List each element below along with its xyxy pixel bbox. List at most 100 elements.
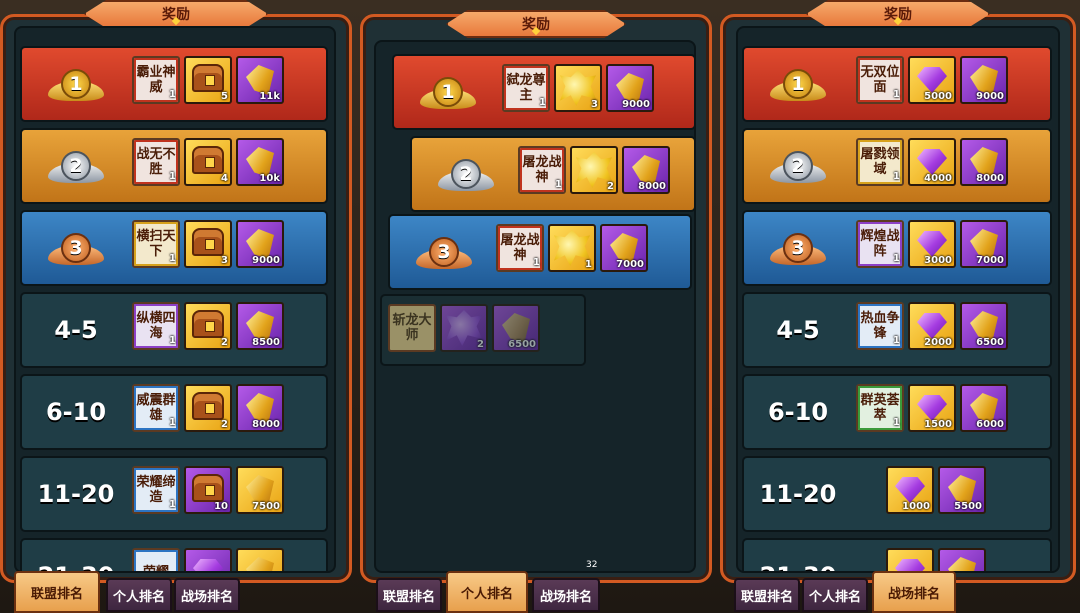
gold-medal-icon: 1: [420, 73, 476, 111]
wing-fragment-item[interactable]: 11k: [236, 56, 284, 104]
rank-label: 4-5: [54, 316, 98, 344]
wing-fragment-item[interactable]: 10k: [236, 138, 284, 186]
treasure-chest-item[interactable]: 3: [184, 220, 232, 268]
title-reward[interactable]: 荣耀: [132, 548, 180, 571]
reward-screens: 奖励 1 霸业神威 1 5 11k 2 战无不胜 1 4 10k 3 横扫天下 …: [0, 0, 1080, 613]
title-reward[interactable]: 弑龙尊主 1: [502, 64, 550, 112]
tab-personal-rank[interactable]: 个人排名: [446, 571, 528, 613]
title-reward[interactable]: 热血争锋 1: [856, 302, 904, 350]
rank-label: 21-30: [744, 540, 852, 571]
battlefield-rank-panel: 奖励 1 无双位面 1 5000 9000 2 屠戮领域 1 4000 8000 3: [720, 0, 1076, 613]
bronze-medal-icon: 3: [48, 229, 104, 267]
treasure-chest-icon: [192, 310, 224, 338]
title-reward[interactable]: 群英荟萃 1: [856, 384, 904, 432]
treasure-chest-icon: [192, 474, 224, 502]
wing-fragment-item[interactable]: 8000: [960, 138, 1008, 186]
purple-gem-icon: [193, 559, 223, 571]
reward-list[interactable]: 1 无双位面 1 5000 9000 2 屠戮领域 1 4000 8000 3 辉煌…: [736, 26, 1060, 573]
title-reward[interactable]: 斩龙大师: [388, 304, 436, 352]
alliance-rank-panel: 奖励 1 霸业神威 1 5 11k 2 战无不胜 1 4 10k 3 横扫天下 …: [0, 0, 352, 613]
silver-medal-icon: 2: [48, 147, 104, 185]
dragon-mount-item[interactable]: 2: [440, 304, 488, 352]
gem-item[interactable]: 32: [184, 548, 232, 571]
rank-label: 21-30: [22, 540, 130, 571]
reward-row: 3 屠龙战神 1 1 7000: [388, 214, 692, 290]
wing-fragment-item[interactable]: 7500: [236, 466, 284, 514]
title-reward[interactable]: 屠龙战神 1: [496, 224, 544, 272]
reward-row: 1 霸业神威 1 5 11k: [20, 46, 328, 122]
title-reward[interactable]: 无双位面 1: [856, 56, 904, 104]
treasure-chest-icon: [192, 64, 224, 92]
gem-item[interactable]: 4000: [908, 138, 956, 186]
treasure-chest-item[interactable]: 4: [184, 138, 232, 186]
gem-item[interactable]: 2000: [908, 302, 956, 350]
wing-fragment-item[interactable]: 8000: [236, 384, 284, 432]
tab-personal-rank[interactable]: 个人排名: [106, 578, 172, 612]
wing-fragment-item[interactable]: 32: [938, 548, 986, 571]
wing-fragment-item[interactable]: 8000: [622, 146, 670, 194]
title-reward[interactable]: 辉煌战阵 1: [856, 220, 904, 268]
tab-alliance-rank[interactable]: 联盟排名: [14, 571, 100, 613]
treasure-chest-item[interactable]: 5: [184, 56, 232, 104]
treasure-chest-item[interactable]: 10: [184, 466, 232, 514]
purple-gem-icon: [917, 67, 947, 93]
title-reward[interactable]: 威震群雄 1: [132, 384, 180, 432]
panel-title: 奖励: [806, 0, 990, 28]
title-reward[interactable]: 荣耀缔造 1: [132, 466, 180, 514]
page-marker: 32: [586, 560, 598, 570]
purple-gem-icon: [917, 231, 947, 257]
title-reward[interactable]: 屠龙战神 1: [518, 146, 566, 194]
title-reward[interactable]: 霸业神威 1: [132, 56, 180, 104]
tab-alliance-rank[interactable]: 联盟排名: [376, 578, 442, 612]
dragon-mount-item[interactable]: 2: [570, 146, 618, 194]
rank-label: 6-10: [45, 398, 107, 426]
wing-fragment-icon: [246, 557, 274, 571]
wing-fragment-item[interactable]: 9000: [606, 64, 654, 112]
title-reward[interactable]: 纵横四海 1: [132, 302, 180, 350]
tab-alliance-rank[interactable]: 联盟排名: [734, 578, 800, 612]
wing-fragment-item[interactable]: 7000: [960, 220, 1008, 268]
gem-item[interactable]: 5000: [908, 56, 956, 104]
treasure-chest-icon: [192, 146, 224, 174]
reward-row-dimmed: 斩龙大师 2 6500: [380, 294, 586, 366]
gem-item[interactable]: 1000: [886, 466, 934, 514]
dragon-mount-item[interactable]: 3: [554, 64, 602, 112]
wing-fragment-item[interactable]: [236, 548, 284, 571]
treasure-chest-icon: [192, 392, 224, 420]
dragon-mount-item[interactable]: 1: [548, 224, 596, 272]
wing-fragment-item[interactable]: 9000: [960, 56, 1008, 104]
treasure-chest-item[interactable]: 2: [184, 302, 232, 350]
purple-gem-icon: [917, 395, 947, 421]
reward-row: 21-30 荣耀 32: [20, 538, 328, 571]
tab-personal-rank[interactable]: 个人排名: [802, 578, 868, 612]
gem-item[interactable]: 3000: [908, 220, 956, 268]
wing-fragment-item[interactable]: 6500: [492, 304, 540, 352]
reward-list[interactable]: 1 弑龙尊主1 3 9000 2 屠龙战神1 2 8000 3 屠龙战神1: [374, 40, 696, 573]
tab-battlefield-rank[interactable]: 战场排名: [532, 578, 600, 612]
silver-medal-icon: 2: [438, 155, 494, 193]
gold-medal-icon: 1: [770, 65, 826, 103]
tab-battlefield-rank[interactable]: 战场排名: [174, 578, 240, 612]
treasure-chest-item[interactable]: 2: [184, 384, 232, 432]
wing-fragment-item[interactable]: 8500: [236, 302, 284, 350]
wing-fragment-item[interactable]: 6500: [960, 302, 1008, 350]
purple-gem-icon: [895, 477, 925, 503]
reward-list[interactable]: 1 霸业神威 1 5 11k 2 战无不胜 1 4 10k 3 横扫天下 1 3…: [14, 26, 336, 573]
reward-row: 2 屠龙战神 1 2 8000: [410, 136, 694, 212]
title-reward[interactable]: 屠戮领域 1: [856, 138, 904, 186]
reward-row: 1 弑龙尊主 1 3 9000: [392, 54, 694, 130]
rank-label: 4-5: [776, 316, 820, 344]
tab-battlefield-rank[interactable]: 战场排名: [872, 571, 956, 613]
wing-fragment-item[interactable]: 5500: [938, 466, 986, 514]
gem-item[interactable]: 1500: [908, 384, 956, 432]
wing-fragment-item[interactable]: 9000: [236, 220, 284, 268]
wing-fragment-item[interactable]: 7000: [600, 224, 648, 272]
reward-row: 2 屠戮领域 1 4000 8000: [742, 128, 1052, 204]
gold-medal-icon: 1: [48, 65, 104, 103]
gem-item[interactable]: [886, 548, 934, 571]
wing-fragment-item[interactable]: 6000: [960, 384, 1008, 432]
title-reward[interactable]: 横扫天下 1: [132, 220, 180, 268]
title-reward[interactable]: 战无不胜 1: [132, 138, 180, 186]
rank-label: 6-10: [767, 398, 829, 426]
reward-row: 2 战无不胜 1 4 10k: [20, 128, 328, 204]
